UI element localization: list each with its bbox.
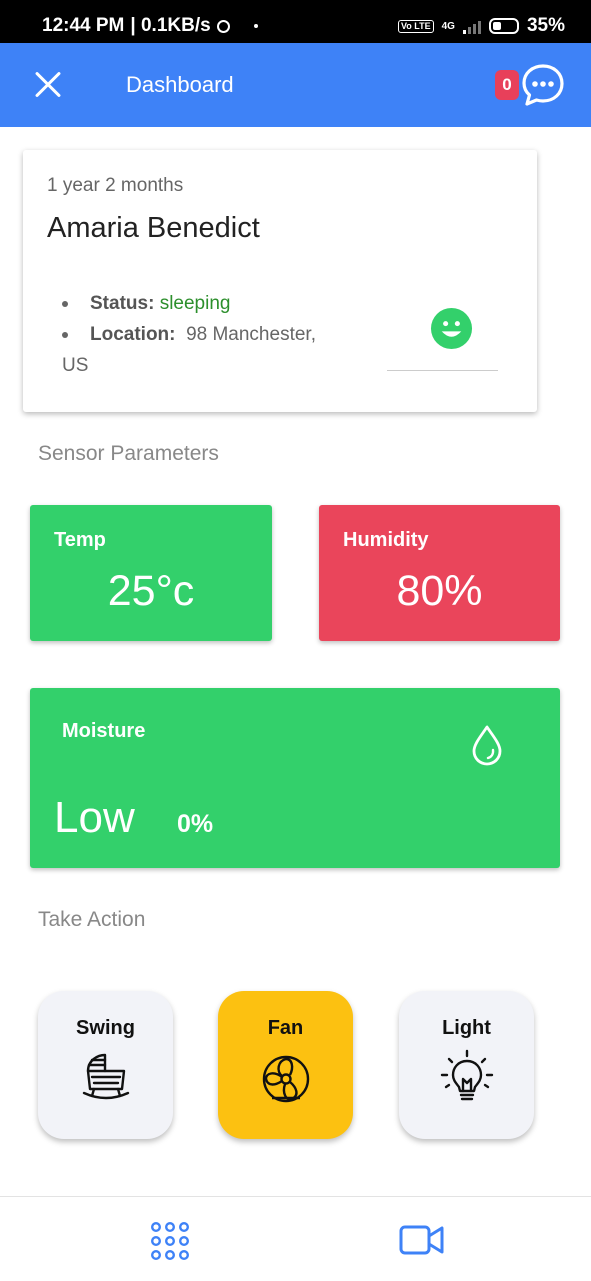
swing-button[interactable]: Swing bbox=[38, 991, 173, 1139]
clock: 12:44 PM bbox=[42, 15, 125, 36]
smiley-icon bbox=[430, 307, 473, 350]
close-icon[interactable] bbox=[33, 70, 63, 100]
grid-icon[interactable] bbox=[150, 1221, 190, 1261]
status-bar-right: Vo LTE 4G 35% bbox=[397, 15, 565, 37]
divider bbox=[387, 370, 498, 371]
swing-label: Swing bbox=[76, 1017, 135, 1039]
battery-icon bbox=[488, 18, 519, 34]
alarm-icon bbox=[216, 19, 230, 33]
light-label: Light bbox=[442, 1017, 491, 1039]
network-speed: | 0.1KB/s bbox=[130, 15, 211, 36]
humidity-label: Humidity bbox=[343, 529, 429, 551]
water-drop-icon bbox=[472, 725, 502, 766]
humidity-tile[interactable]: Humidity 80% bbox=[319, 505, 560, 641]
page-title: Dashboard bbox=[126, 72, 234, 97]
status-row: Status: sleeping bbox=[47, 288, 347, 319]
app-bar: Dashboard 0 bbox=[0, 43, 591, 127]
chat-icon[interactable] bbox=[521, 63, 565, 107]
sensor-section-title: Sensor Parameters bbox=[38, 442, 219, 465]
video-camera-icon[interactable] bbox=[399, 1223, 445, 1257]
fan-icon bbox=[262, 1055, 310, 1103]
signal-icon bbox=[462, 18, 481, 34]
moisture-level: Low bbox=[54, 793, 135, 842]
status-label: Status: bbox=[90, 293, 155, 314]
action-section-title: Take Action bbox=[38, 908, 146, 931]
location-value: 98 Manchester, bbox=[186, 324, 316, 345]
status-bar: 12:44 PM | 0.1KB/s Vo LTE 4G 35% bbox=[0, 0, 591, 43]
bottom-nav bbox=[0, 1196, 591, 1281]
light-button[interactable]: Light bbox=[399, 991, 534, 1139]
moisture-label: Moisture bbox=[62, 720, 146, 742]
temp-label: Temp bbox=[54, 529, 106, 551]
profile-info-list: Status: sleeping Location: 98 Manchester… bbox=[47, 288, 347, 381]
moisture-tile[interactable]: Moisture Low 0% bbox=[30, 688, 560, 868]
temp-value: 25°c bbox=[107, 567, 195, 615]
notification-dot-icon bbox=[253, 24, 258, 28]
profile-card: 1 year 2 months Amaria Benedict Status: … bbox=[23, 150, 537, 412]
network-type: 4G bbox=[441, 20, 455, 32]
fan-button[interactable]: Fan bbox=[218, 991, 353, 1139]
fan-label: Fan bbox=[267, 1017, 304, 1039]
location-label: Location: bbox=[90, 324, 176, 345]
baby-name: Amaria Benedict bbox=[47, 212, 260, 244]
light-bulb-icon bbox=[440, 1049, 494, 1101]
notification-badge: 0 bbox=[495, 70, 519, 100]
cradle-icon bbox=[82, 1053, 130, 1100]
baby-age: 1 year 2 months bbox=[47, 175, 184, 196]
status-bar-left: 12:44 PM | 0.1KB/s bbox=[42, 15, 258, 37]
volte-icon: Vo LTE bbox=[397, 19, 434, 33]
temp-tile[interactable]: Temp 25°c bbox=[30, 505, 272, 641]
location-row: Location: 98 Manchester, bbox=[47, 319, 347, 350]
status-value: sleeping bbox=[159, 293, 231, 314]
location-value-cont: US bbox=[62, 355, 89, 376]
moisture-percent: 0% bbox=[177, 810, 214, 838]
humidity-value: 80% bbox=[396, 567, 483, 615]
battery-level: 35% bbox=[526, 15, 565, 36]
